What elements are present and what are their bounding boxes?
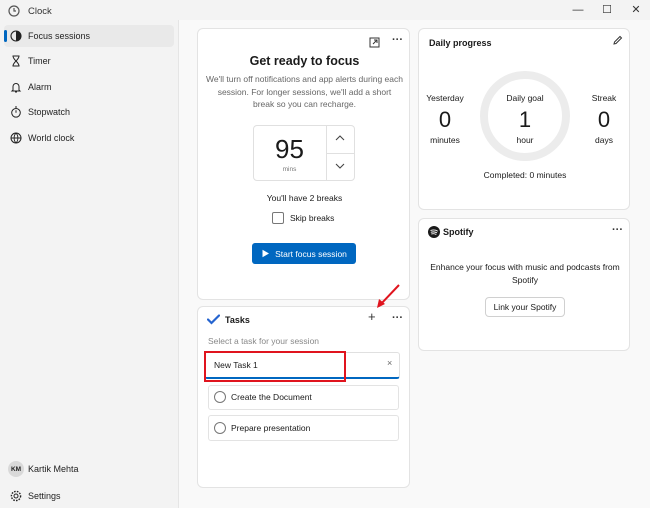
breaks-text: You'll have 2 breaks xyxy=(266,193,343,203)
user-name: Kartik Mehta xyxy=(28,464,79,474)
start-button-label: Start focus session xyxy=(275,248,347,259)
compact-overlay-icon[interactable] xyxy=(369,37,380,48)
window-title: Clock xyxy=(28,6,52,17)
daily-progress-title: Daily progress xyxy=(429,38,492,48)
goal-unit: hour xyxy=(516,135,534,145)
sidebar-item-timer[interactable]: Timer xyxy=(4,50,174,72)
task-item[interactable]: Create the Document xyxy=(208,385,399,410)
link-spotify-button[interactable]: Link your Spotify xyxy=(485,297,565,317)
active-indicator xyxy=(4,30,7,42)
sidebar-item-world-clock[interactable]: World clock xyxy=(4,127,174,149)
focus-icon xyxy=(4,30,28,42)
task-label: Prepare presentation xyxy=(231,423,311,433)
user-account[interactable]: KM Kartik Mehta xyxy=(4,458,174,480)
gear-icon xyxy=(4,490,28,502)
spotify-brand: Spotify xyxy=(443,227,474,237)
focus-session-card: ··· Get ready to focus We'll turn off no… xyxy=(197,28,410,300)
tasks-subtitle: Select a task for your session xyxy=(208,336,320,346)
focus-title: Get ready to focus xyxy=(249,54,360,68)
streak-value: 0 xyxy=(597,107,611,132)
more-options-icon[interactable]: ··· xyxy=(612,224,623,236)
minutes-unit: mins xyxy=(282,166,297,173)
clock-app-icon xyxy=(8,5,20,17)
highlight-box xyxy=(204,351,346,382)
task-radio[interactable] xyxy=(214,391,226,403)
task-radio[interactable] xyxy=(214,422,226,434)
tasks-title: Tasks xyxy=(225,315,250,325)
focus-description: We'll turn off notifications and app ale… xyxy=(206,74,403,109)
todo-check-icon xyxy=(207,314,220,325)
maximize-button[interactable]: ☐ xyxy=(596,2,618,18)
sidebar-item-focus-sessions[interactable]: Focus sessions xyxy=(4,25,174,47)
task-item[interactable]: Prepare presentation xyxy=(208,415,399,441)
stopwatch-icon xyxy=(4,106,28,118)
close-button[interactable]: ✕ xyxy=(625,2,647,18)
avatar: KM xyxy=(8,461,24,477)
spotify-description: Enhance your focus with music and podcas… xyxy=(430,262,620,285)
spotify-card: Spotify ··· Enhance your focus with musi… xyxy=(418,218,630,351)
sidebar-item-label: Focus sessions xyxy=(28,31,91,41)
minimize-button[interactable]: — xyxy=(567,2,589,18)
sidebar-item-label: Alarm xyxy=(28,82,52,92)
chevron-up-icon[interactable] xyxy=(334,133,346,143)
streak-label: Streak xyxy=(591,93,617,103)
yesterday-value: 0 xyxy=(438,107,452,132)
play-icon xyxy=(262,249,270,258)
sidebar-item-label: Settings xyxy=(28,491,61,501)
sidebar-item-stopwatch[interactable]: Stopwatch xyxy=(4,101,174,123)
start-focus-session-button[interactable]: Start focus session xyxy=(252,243,356,264)
task-label: Create the Document xyxy=(231,392,312,402)
hourglass-icon xyxy=(4,55,28,67)
skip-breaks-label: Skip breaks xyxy=(290,213,335,223)
minutes-stepper[interactable]: 95 mins xyxy=(253,125,355,181)
streak-unit: days xyxy=(595,135,613,145)
annotation-arrow xyxy=(377,284,400,308)
sidebar-item-settings[interactable]: Settings xyxy=(4,485,174,507)
yesterday-label: Yesterday xyxy=(426,93,464,103)
skip-breaks-checkbox[interactable] xyxy=(272,212,284,224)
sidebar-item-label: Stopwatch xyxy=(28,107,71,117)
more-options-icon[interactable]: ··· xyxy=(392,312,403,324)
tasks-card: Tasks + ··· Select a task for your sessi… xyxy=(197,306,410,488)
daily-progress-card: Daily progress Yesterday 0 minutes Daily… xyxy=(418,28,630,210)
sidebar-item-label: Timer xyxy=(28,56,51,66)
more-options-icon[interactable]: ··· xyxy=(392,34,403,46)
goal-value: 1 xyxy=(518,107,532,132)
alarm-icon xyxy=(4,81,28,93)
spotify-logo-icon xyxy=(428,226,440,238)
minutes-value: 95 xyxy=(275,134,304,164)
clear-input-icon[interactable]: × xyxy=(387,358,392,368)
edit-pencil-icon[interactable] xyxy=(612,35,623,46)
sidebar-item-alarm[interactable]: Alarm xyxy=(4,76,174,98)
completed-text: Completed: 0 minutes xyxy=(483,170,567,180)
globe-icon xyxy=(4,132,28,144)
goal-label: Daily goal xyxy=(506,93,544,103)
chevron-down-icon[interactable] xyxy=(334,161,346,171)
sidebar-item-label: World clock xyxy=(28,133,75,143)
yesterday-unit: minutes xyxy=(430,135,460,145)
